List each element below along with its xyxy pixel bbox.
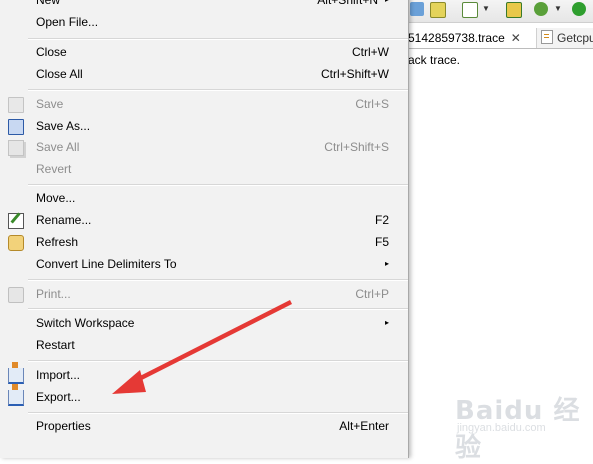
menu-item-label: Export... [36,390,81,404]
menu-item-accelerator: F2 [374,213,389,227]
menu-separator [28,184,408,186]
menu-item-accelerator: F5 [374,235,389,249]
tab-trace[interactable]: 5142859738.trace ✕ [408,28,521,48]
print-icon [8,287,24,303]
submenu-arrow-icon: ▸ [385,0,389,11]
menu-item-label: Close All [36,67,83,81]
submenu-arrow-icon: ▸ [384,259,389,268]
export-icon [8,384,24,406]
save-all-icon [8,140,24,156]
menu-item-properties[interactable]: Properties Alt+Enter [0,415,400,437]
watermark: Baidu 经验 jingyan.baidu.com [447,380,587,463]
menu-item-save: Save Ctrl+S [0,93,400,115]
submenu-arrow-icon: ▸ [384,318,389,327]
watermark-url: jingyan.baidu.com [457,422,546,434]
menu-item-label: Convert Line Delimiters To [36,257,177,271]
menu-item-label: Close [36,45,67,59]
menu-item-restart[interactable]: Restart [0,334,400,356]
tab-getcpu-title: Getcpu [557,31,593,45]
menu-item-label: Switch Workspace [36,316,135,330]
menu-item-close-all[interactable]: Close All Ctrl+Shift+W [0,63,400,85]
menu-item-label: Save All [36,140,80,154]
menu-item-label: Import... [36,368,81,382]
menu-item-label: Open File... [36,15,99,29]
menu-item-accelerator: Ctrl+W [352,45,389,59]
refresh-icon [8,235,24,251]
menu-item-import[interactable]: Import... [0,362,400,386]
menu-item-label: Refresh [36,235,79,249]
menu-item-label: Print... [36,287,71,301]
menu-item-save-as[interactable]: Save As... [0,115,400,137]
chevron-down-icon[interactable]: ▼ [554,4,562,13]
save-as-icon [8,119,24,135]
menu-separator [28,38,408,40]
checkbox-icon[interactable] [462,2,478,18]
menu-item-accelerator: Alt+Shift+N [317,0,378,7]
file-menu: New Alt+Shift+N ▸ Open File... Close Ctr… [0,0,409,458]
tool-icon[interactable] [506,2,522,18]
save-icon [8,97,24,113]
download-icon[interactable] [410,2,424,16]
menu-item-label: New [36,0,61,7]
editor-tabs: 5142859738.trace ✕ Getcpu [408,28,593,49]
menu-item-open-file[interactable]: Open File... [0,11,400,33]
menu-separator [28,89,408,91]
battery-icon[interactable] [430,2,446,18]
menu-separator [28,279,408,281]
menu-item-label: Save As... [36,119,91,133]
run-icon[interactable] [572,2,586,16]
menu-item-accelerator: Ctrl+Shift+W [320,67,389,81]
menu-item-accelerator: Ctrl+S [355,97,389,111]
debug-icon[interactable] [534,2,548,16]
menu-item-rename[interactable]: Rename... F2 [0,209,400,231]
menu-item-switch-workspace[interactable]: Switch Workspace ▸ [0,312,400,334]
editor-content-text: ack trace. [408,53,461,67]
main-toolbar: ▼ ▼ [408,0,593,23]
tab-trace-title: 5142859738.trace [408,31,505,45]
document-icon [541,30,553,44]
menu-item-label: Restart [36,338,75,352]
menu-item-move[interactable]: Move... [0,187,400,209]
menu-item-label: Revert [36,162,72,176]
menu-item-export[interactable]: Export... [0,384,400,408]
close-icon[interactable]: ✕ [511,31,521,45]
import-icon [8,362,24,384]
menu-separator [28,412,408,414]
menu-item-label: Save [36,97,64,111]
chevron-down-icon[interactable]: ▼ [482,4,490,13]
menu-item-label: Properties [36,419,91,433]
menu-separator [28,360,408,362]
menu-item-revert: Revert [0,158,400,180]
menu-item-label: Rename... [36,213,92,227]
menu-item-new[interactable]: New Alt+Shift+N ▸ [0,0,400,11]
menu-item-close[interactable]: Close Ctrl+W [0,41,400,63]
menu-separator [28,308,408,310]
menu-item-print: Print... Ctrl+P [0,283,400,305]
menu-item-label: Move... [36,191,76,205]
menu-item-convert-line-delimiters[interactable]: Convert Line Delimiters To ▸ [0,253,400,275]
rename-icon [8,213,24,229]
menu-item-refresh[interactable]: Refresh F5 [0,231,400,253]
menu-item-accelerator: Ctrl+Shift+S [324,140,389,154]
tab-getcpu[interactable]: Getcpu [536,28,593,48]
menu-item-accelerator: Ctrl+P [355,287,389,301]
menu-item-save-all: Save All Ctrl+Shift+S [0,136,400,158]
menu-item-accelerator: Alt+Enter [339,419,389,433]
